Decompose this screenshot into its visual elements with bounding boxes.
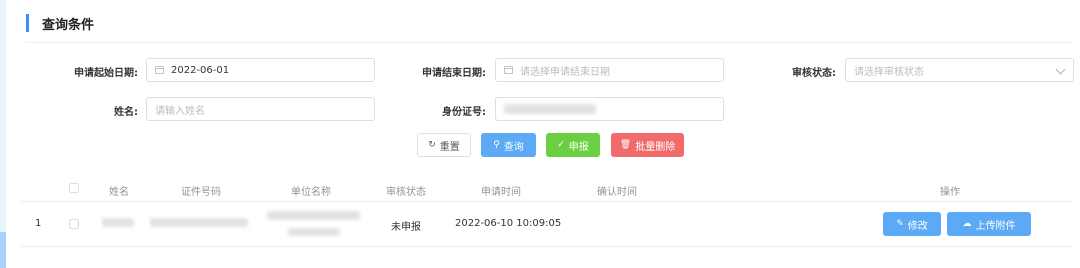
section-accent-bar: [26, 14, 29, 32]
search-icon: ⚲: [493, 140, 500, 150]
report-button[interactable]: ✓ 申报: [546, 133, 600, 157]
status-select[interactable]: 请选择审核状态: [845, 58, 1074, 82]
start-date-input[interactable]: 2022-06-01: [146, 58, 375, 82]
trash-icon: 🗑: [619, 140, 632, 150]
cloud-upload-icon: ☁: [962, 219, 972, 229]
row-index: 1: [35, 218, 42, 229]
check-circle-icon: ✓: [557, 140, 565, 150]
reset-label: 重置: [439, 141, 460, 153]
id-input[interactable]: [495, 97, 724, 121]
left-edge-strip: [0, 0, 6, 268]
name-placeholder: 请输入姓名: [155, 105, 205, 117]
row-unit-name-redacted-line2: [288, 228, 340, 236]
table-row-divider: [20, 246, 1074, 247]
header-unit-name: 单位名称: [291, 187, 331, 198]
batch-delete-button[interactable]: 🗑 批量删除: [611, 133, 684, 157]
name-label: 姓名:: [114, 107, 138, 118]
calendar-icon: [504, 66, 513, 74]
header-apply-time: 申请时间: [481, 187, 521, 198]
refresh-icon: ↻: [428, 140, 436, 150]
row-name-redacted: [102, 218, 134, 227]
row-review-status: 未申报: [391, 222, 421, 233]
chevron-down-icon: [1055, 64, 1066, 75]
row-apply-time: 2022-06-10 10:09:05: [455, 218, 562, 229]
left-edge-highlight: [0, 232, 6, 268]
header-confirm-time: 确认时间: [597, 187, 637, 198]
header-review-status: 审核状态: [386, 187, 426, 198]
id-value-redacted: [504, 104, 596, 114]
reset-button[interactable]: ↻ 重置: [417, 133, 471, 157]
end-date-label: 申请结束日期:: [422, 68, 486, 79]
table-header-divider: [20, 201, 1074, 202]
name-input[interactable]: 请输入姓名: [146, 97, 375, 121]
edit-button[interactable]: ✎ 修改: [883, 212, 941, 236]
section-header: 查询条件: [26, 13, 94, 33]
edit-label: 修改: [907, 220, 928, 232]
row-checkbox[interactable]: [69, 219, 79, 229]
start-date-label: 申请起始日期:: [74, 68, 138, 79]
start-date-value: 2022-06-01: [171, 64, 230, 76]
query-label: 查询: [503, 141, 524, 153]
header-id-number: 证件号码: [181, 187, 221, 198]
select-all-checkbox[interactable]: [69, 183, 79, 193]
calendar-icon: [155, 66, 164, 74]
end-date-placeholder: 请选择申请结束日期: [520, 66, 610, 78]
query-button[interactable]: ⚲ 查询: [481, 133, 536, 157]
header-actions: 操作: [940, 187, 960, 198]
upload-attachment-button[interactable]: ☁ 上传附件: [947, 212, 1031, 236]
edit-icon: ✎: [896, 219, 904, 229]
status-label: 审核状态:: [792, 68, 836, 79]
end-date-input[interactable]: 请选择申请结束日期: [495, 58, 724, 82]
row-id-number-redacted: [150, 218, 248, 227]
id-label: 身份证号:: [442, 107, 486, 118]
report-label: 申报: [568, 141, 589, 153]
header-name: 姓名: [109, 187, 129, 198]
status-placeholder: 请选择审核状态: [854, 66, 924, 78]
row-unit-name-redacted-line1: [267, 211, 360, 220]
section-title: 查询条件: [42, 17, 95, 33]
batch-delete-label: 批量删除: [635, 141, 676, 153]
upload-attachment-label: 上传附件: [975, 220, 1016, 232]
section-divider: [26, 42, 1074, 43]
